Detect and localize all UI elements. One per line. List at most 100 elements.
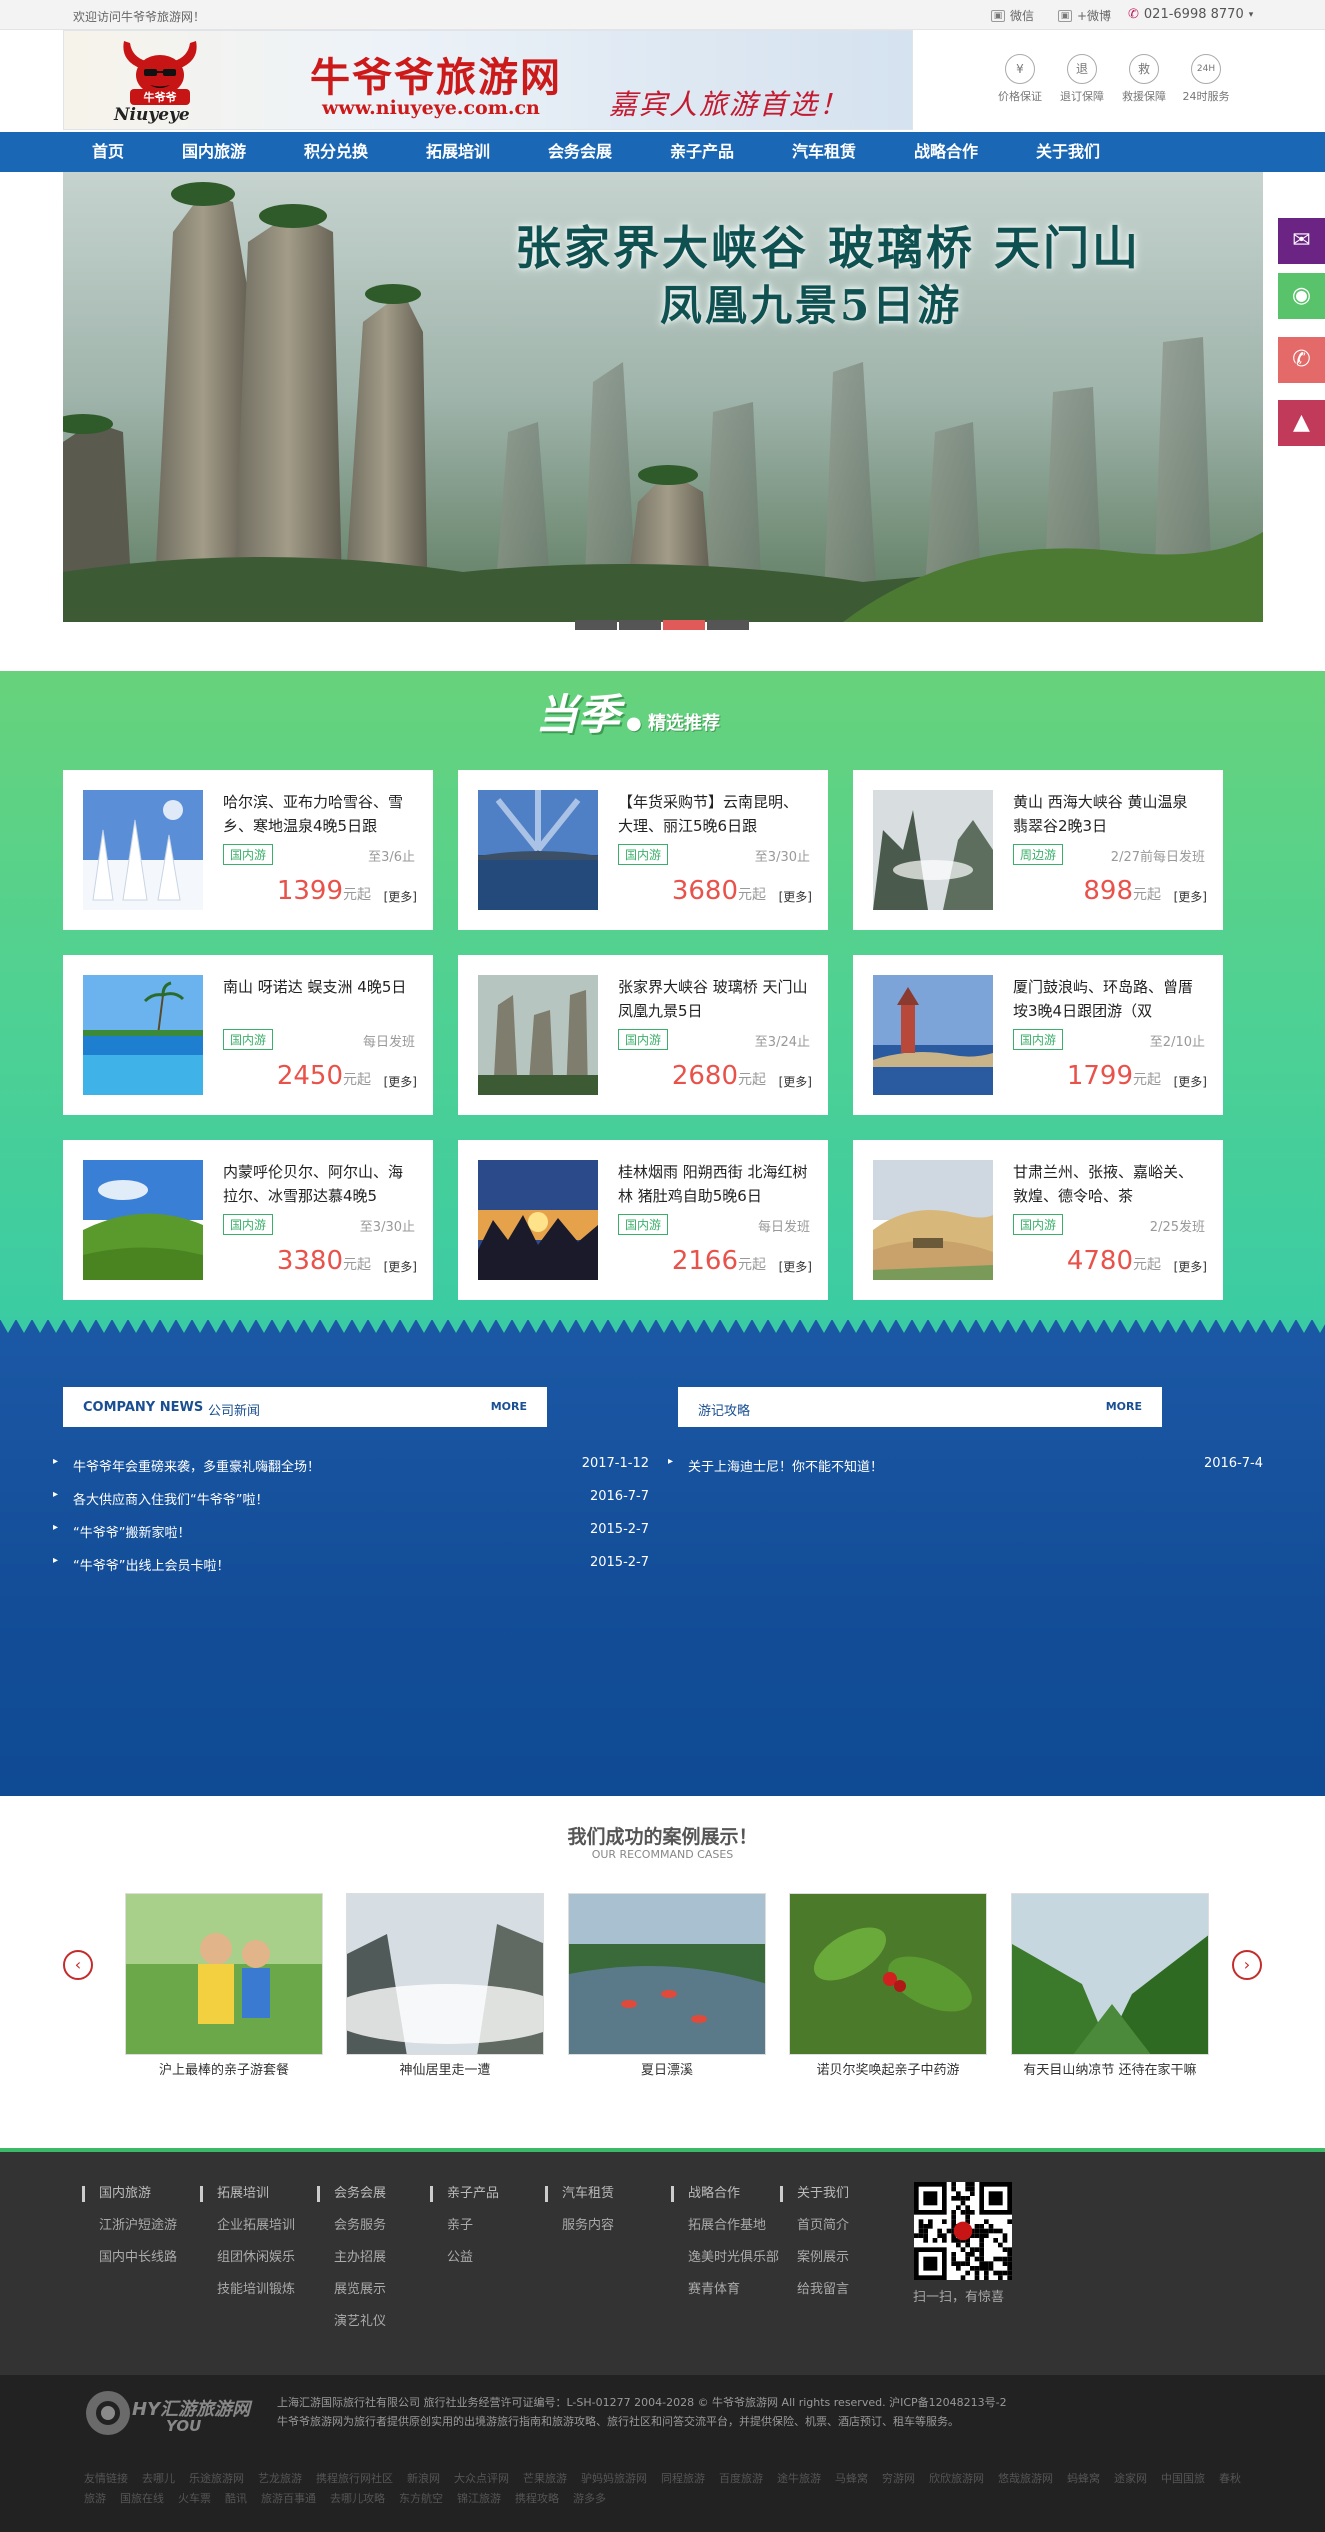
friend-link[interactable]: 马蜂窝 bbox=[835, 2472, 868, 2485]
case-item[interactable]: 诺贝尔奖唤起亲子中药游 bbox=[789, 1893, 987, 2078]
product-card[interactable]: 内蒙呼伦贝尔、阿尔山、海拉尔、冰雪那达慕4晚5 国内游 至3/30止 3380元起 [更… bbox=[63, 1140, 433, 1300]
footer-link[interactable]: 国内中长线路 bbox=[82, 2246, 177, 2265]
friend-link[interactable]: 国旅在线 bbox=[120, 2492, 164, 2505]
case-item[interactable]: 神仙居里走一遭 bbox=[346, 1893, 544, 2078]
news-item[interactable]: 关于上海迪士尼！你不能不知道！ 2016-7-4 ▸ bbox=[668, 1456, 1263, 1489]
news-item[interactable]: “牛爷爷”出线上会员卡啦！ 2015-2-7 ▸ bbox=[53, 1555, 649, 1588]
more-link[interactable]: [更多] bbox=[1174, 888, 1207, 905]
guarantee-refund[interactable]: 退 退订保障 bbox=[1057, 54, 1107, 104]
case-caption[interactable]: 沪上最棒的亲子游套餐 bbox=[125, 2059, 323, 2078]
product-image[interactable] bbox=[83, 1160, 203, 1280]
float-wechat-button[interactable]: ✉ bbox=[1278, 218, 1325, 264]
product-card[interactable]: 甘肃兰州、张掖、嘉峪关、敦煌、德令哈、茶 国内游 2/25发班 4780元起 [更多] bbox=[853, 1140, 1223, 1300]
news-title[interactable]: “牛爷爷”出线上会员卡啦！ bbox=[73, 1555, 229, 1574]
friend-link[interactable]: 乐途旅游网 bbox=[189, 2472, 244, 2485]
friend-link[interactable]: 去哪儿攻略 bbox=[330, 2492, 385, 2505]
news-title[interactable]: 关于上海迪士尼！你不能不知道！ bbox=[688, 1456, 883, 1475]
nav-item-partners[interactable]: 战略合作 bbox=[885, 132, 1007, 172]
footer-link[interactable]: 江浙沪短途游 bbox=[82, 2214, 177, 2233]
footer-column-head[interactable]: 关于我们 bbox=[780, 2186, 849, 2202]
news-item[interactable]: 牛爷爷年会重磅来袭，多重豪礼嗨翻全场！ 2017-1-12 ▸ bbox=[53, 1456, 649, 1489]
more-link[interactable]: [更多] bbox=[779, 1073, 812, 1090]
footer-link[interactable]: 服务内容 bbox=[545, 2214, 614, 2233]
friend-link[interactable]: 途家网 bbox=[1114, 2472, 1147, 2485]
float-qq-button[interactable]: ◉ bbox=[1278, 273, 1325, 319]
product-image[interactable] bbox=[478, 790, 598, 910]
case-image[interactable] bbox=[125, 1893, 323, 2055]
product-title[interactable]: 甘肃兰州、张掖、嘉峪关、敦煌、德令哈、茶 bbox=[1013, 1160, 1203, 1208]
friend-link[interactable]: 酷讯 bbox=[225, 2492, 247, 2505]
nav-item-domestic[interactable]: 国内旅游 bbox=[153, 132, 275, 172]
nav-item-about[interactable]: 关于我们 bbox=[1007, 132, 1129, 172]
product-card[interactable]: 桂林烟雨 阳朔西街 北海红树林 猪肚鸡自助5晚6日 国内游 每日发班 2166元起 [更… bbox=[458, 1140, 828, 1300]
case-image[interactable] bbox=[789, 1893, 987, 2055]
footer-link[interactable]: 逸美时光俱乐部 bbox=[671, 2246, 779, 2265]
guarantee-price[interactable]: ¥ 价格保证 bbox=[995, 54, 1045, 104]
wechat-link[interactable]: ▣ 微信 bbox=[991, 7, 1034, 24]
friend-link[interactable]: 大众点评网 bbox=[454, 2472, 509, 2485]
product-title[interactable]: 桂林烟雨 阳朔西街 北海红树林 猪肚鸡自助5晚6日 bbox=[618, 1160, 808, 1208]
friend-link[interactable]: 芒果旅游 bbox=[523, 2472, 567, 2485]
friend-link[interactable]: 驴妈妈旅游网 bbox=[581, 2472, 647, 2485]
product-card[interactable]: 黄山 西海大峡谷 黄山温泉 翡翠谷2晚3日 周边游 2/27前每日发班 898元起 [更… bbox=[853, 770, 1223, 930]
company-news-more-link[interactable]: MORE bbox=[491, 1400, 527, 1413]
travel-notes-more-link[interactable]: MORE bbox=[1106, 1400, 1142, 1413]
product-title[interactable]: 张家界大峡谷 玻璃桥 天门山 凤凰九景5日 bbox=[618, 975, 808, 1023]
product-image[interactable] bbox=[873, 975, 993, 1095]
friend-link[interactable]: 旅游百事通 bbox=[261, 2492, 316, 2505]
footer-link[interactable]: 演艺礼仪 bbox=[317, 2310, 386, 2329]
friend-link[interactable]: 去哪儿 bbox=[142, 2472, 175, 2485]
product-image[interactable] bbox=[478, 975, 598, 1095]
footer-link[interactable]: 主办招展 bbox=[317, 2246, 386, 2265]
footer-link[interactable]: 赛青体育 bbox=[671, 2278, 779, 2297]
friend-link[interactable]: 游多多 bbox=[573, 2492, 606, 2505]
case-image[interactable] bbox=[346, 1893, 544, 2055]
footer-link[interactable]: 技能培训锻炼 bbox=[200, 2278, 295, 2297]
case-caption[interactable]: 夏日漂溪 bbox=[568, 2059, 766, 2078]
phone-link[interactable]: ✆ 021-6998 8770 ▾ bbox=[1128, 7, 1253, 22]
nav-item-family[interactable]: 亲子产品 bbox=[641, 132, 763, 172]
friend-link[interactable]: 新浪网 bbox=[407, 2472, 440, 2485]
product-image[interactable] bbox=[873, 1160, 993, 1280]
product-title[interactable]: 哈尔滨、亚布力哈雪谷、雪乡、寒地温泉4晚5日跟 bbox=[223, 790, 413, 838]
footer-link[interactable]: 展览展示 bbox=[317, 2278, 386, 2297]
case-item[interactable]: 沪上最棒的亲子游套餐 bbox=[125, 1893, 323, 2078]
friend-link[interactable]: 百度旅游 bbox=[719, 2472, 763, 2485]
news-title[interactable]: “牛爷爷”搬新家啦！ bbox=[73, 1522, 190, 1541]
case-image[interactable] bbox=[1011, 1893, 1209, 2055]
footer-link[interactable]: 亲子 bbox=[430, 2214, 499, 2233]
more-link[interactable]: [更多] bbox=[779, 888, 812, 905]
friend-link[interactable]: 穷游网 bbox=[882, 2472, 915, 2485]
footer-link[interactable]: 组团休闲娱乐 bbox=[200, 2246, 295, 2265]
product-image[interactable] bbox=[83, 790, 203, 910]
product-card[interactable]: 南山 呀诺达 蜈支洲 4晚5日 国内游 每日发班 2450元起 [更多] bbox=[63, 955, 433, 1115]
footer-link[interactable]: 给我留言 bbox=[780, 2278, 849, 2297]
product-card[interactable]: 厦门鼓浪屿、环岛路、曾厝垵3晚4日跟团游（双 国内游 至2/10止 1799元起 [更多… bbox=[853, 955, 1223, 1115]
product-image[interactable] bbox=[873, 790, 993, 910]
more-link[interactable]: [更多] bbox=[384, 1073, 417, 1090]
logo-banner[interactable]: 牛爷爷 Niuyeye 牛爷爷旅游网 www.niuyeye.com.cn 嘉宾… bbox=[63, 30, 913, 130]
slider-dot[interactable] bbox=[619, 620, 661, 630]
news-title[interactable]: 各大供应商入住我们“牛爷爷”啦！ bbox=[73, 1489, 268, 1508]
case-item[interactable]: 有天目山纳凉节 还待在家干嘛 bbox=[1011, 1893, 1209, 2078]
more-link[interactable]: [更多] bbox=[384, 1258, 417, 1275]
product-card[interactable]: 哈尔滨、亚布力哈雪谷、雪乡、寒地温泉4晚5日跟 国内游 至3/6止 1399元起 [更多… bbox=[63, 770, 433, 930]
news-title[interactable]: 牛爷爷年会重磅来袭，多重豪礼嗨翻全场！ bbox=[73, 1456, 320, 1475]
slider-dot[interactable] bbox=[707, 620, 749, 630]
friend-link[interactable]: 同程旅游 bbox=[661, 2472, 705, 2485]
friend-link[interactable]: 火车票 bbox=[178, 2492, 211, 2505]
footer-column-head[interactable]: 拓展培训 bbox=[200, 2186, 295, 2202]
product-image[interactable] bbox=[83, 975, 203, 1095]
friend-link[interactable]: 欣欣旅游网 bbox=[929, 2472, 984, 2485]
nav-item-training[interactable]: 拓展培训 bbox=[397, 132, 519, 172]
product-title[interactable]: 厦门鼓浪屿、环岛路、曾厝垵3晚4日跟团游（双 bbox=[1013, 975, 1203, 1023]
footer-column-head[interactable]: 会务会展 bbox=[317, 2186, 386, 2202]
nav-item-car-rental[interactable]: 汽车租赁 bbox=[763, 132, 885, 172]
product-image[interactable] bbox=[478, 1160, 598, 1280]
guarantee-rescue[interactable]: 救 救援保障 bbox=[1119, 54, 1169, 104]
product-title[interactable]: 南山 呀诺达 蜈支洲 4晚5日 bbox=[223, 975, 413, 1023]
case-caption[interactable]: 诺贝尔奖唤起亲子中药游 bbox=[789, 2059, 987, 2078]
product-card[interactable]: 【年货采购节】云南昆明、大理、丽江5晚6日跟 国内游 至3/30止 3680元起 [更多… bbox=[458, 770, 828, 930]
weibo-link[interactable]: ▣ +微博 bbox=[1058, 7, 1111, 24]
case-image[interactable] bbox=[568, 1893, 766, 2055]
